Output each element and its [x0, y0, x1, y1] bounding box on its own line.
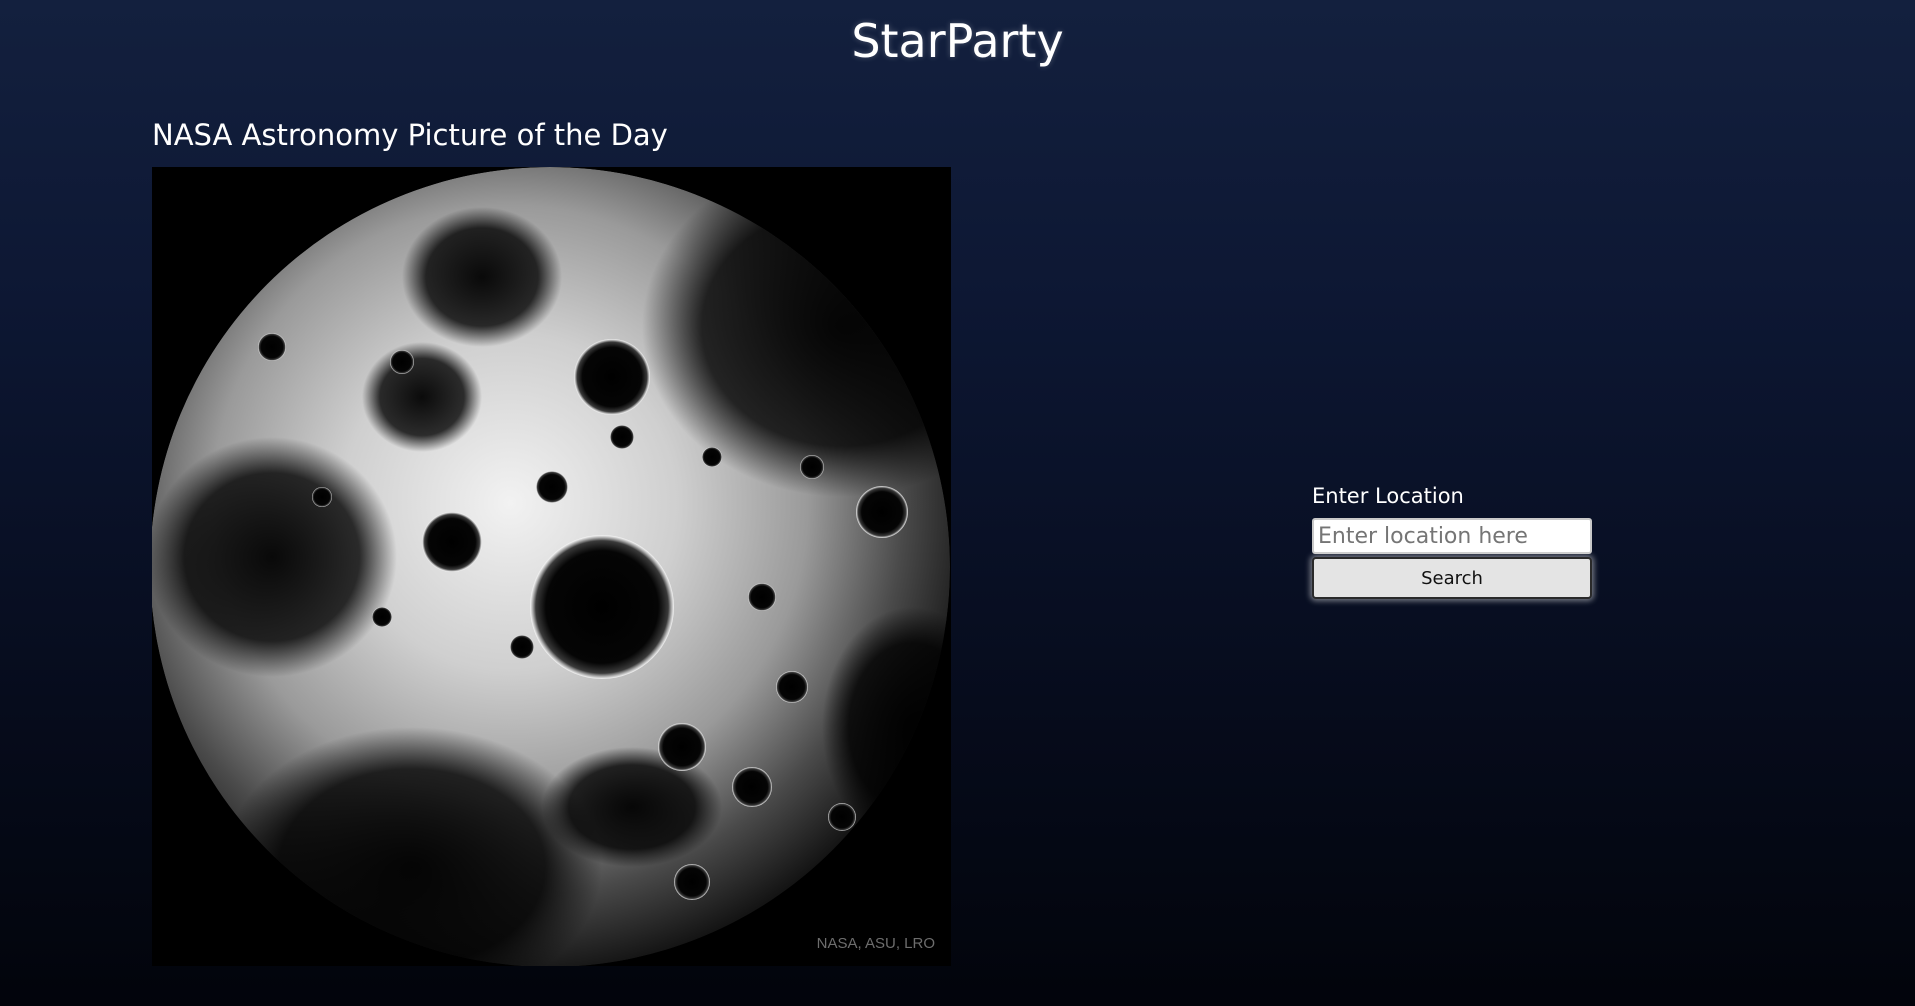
- search-button[interactable]: Search: [1312, 557, 1592, 599]
- location-label: Enter Location: [1312, 484, 1464, 508]
- moon-south-pole-image: [152, 167, 951, 966]
- apod-heading: NASA Astronomy Picture of the Day: [152, 118, 668, 152]
- site-title: StarParty: [851, 14, 1064, 68]
- location-form: Enter Location Search: [1312, 484, 1592, 599]
- location-input[interactable]: [1312, 518, 1592, 554]
- apod-image: NASA, ASU, LRO: [152, 167, 951, 966]
- image-credit: NASA, ASU, LRO: [816, 935, 935, 952]
